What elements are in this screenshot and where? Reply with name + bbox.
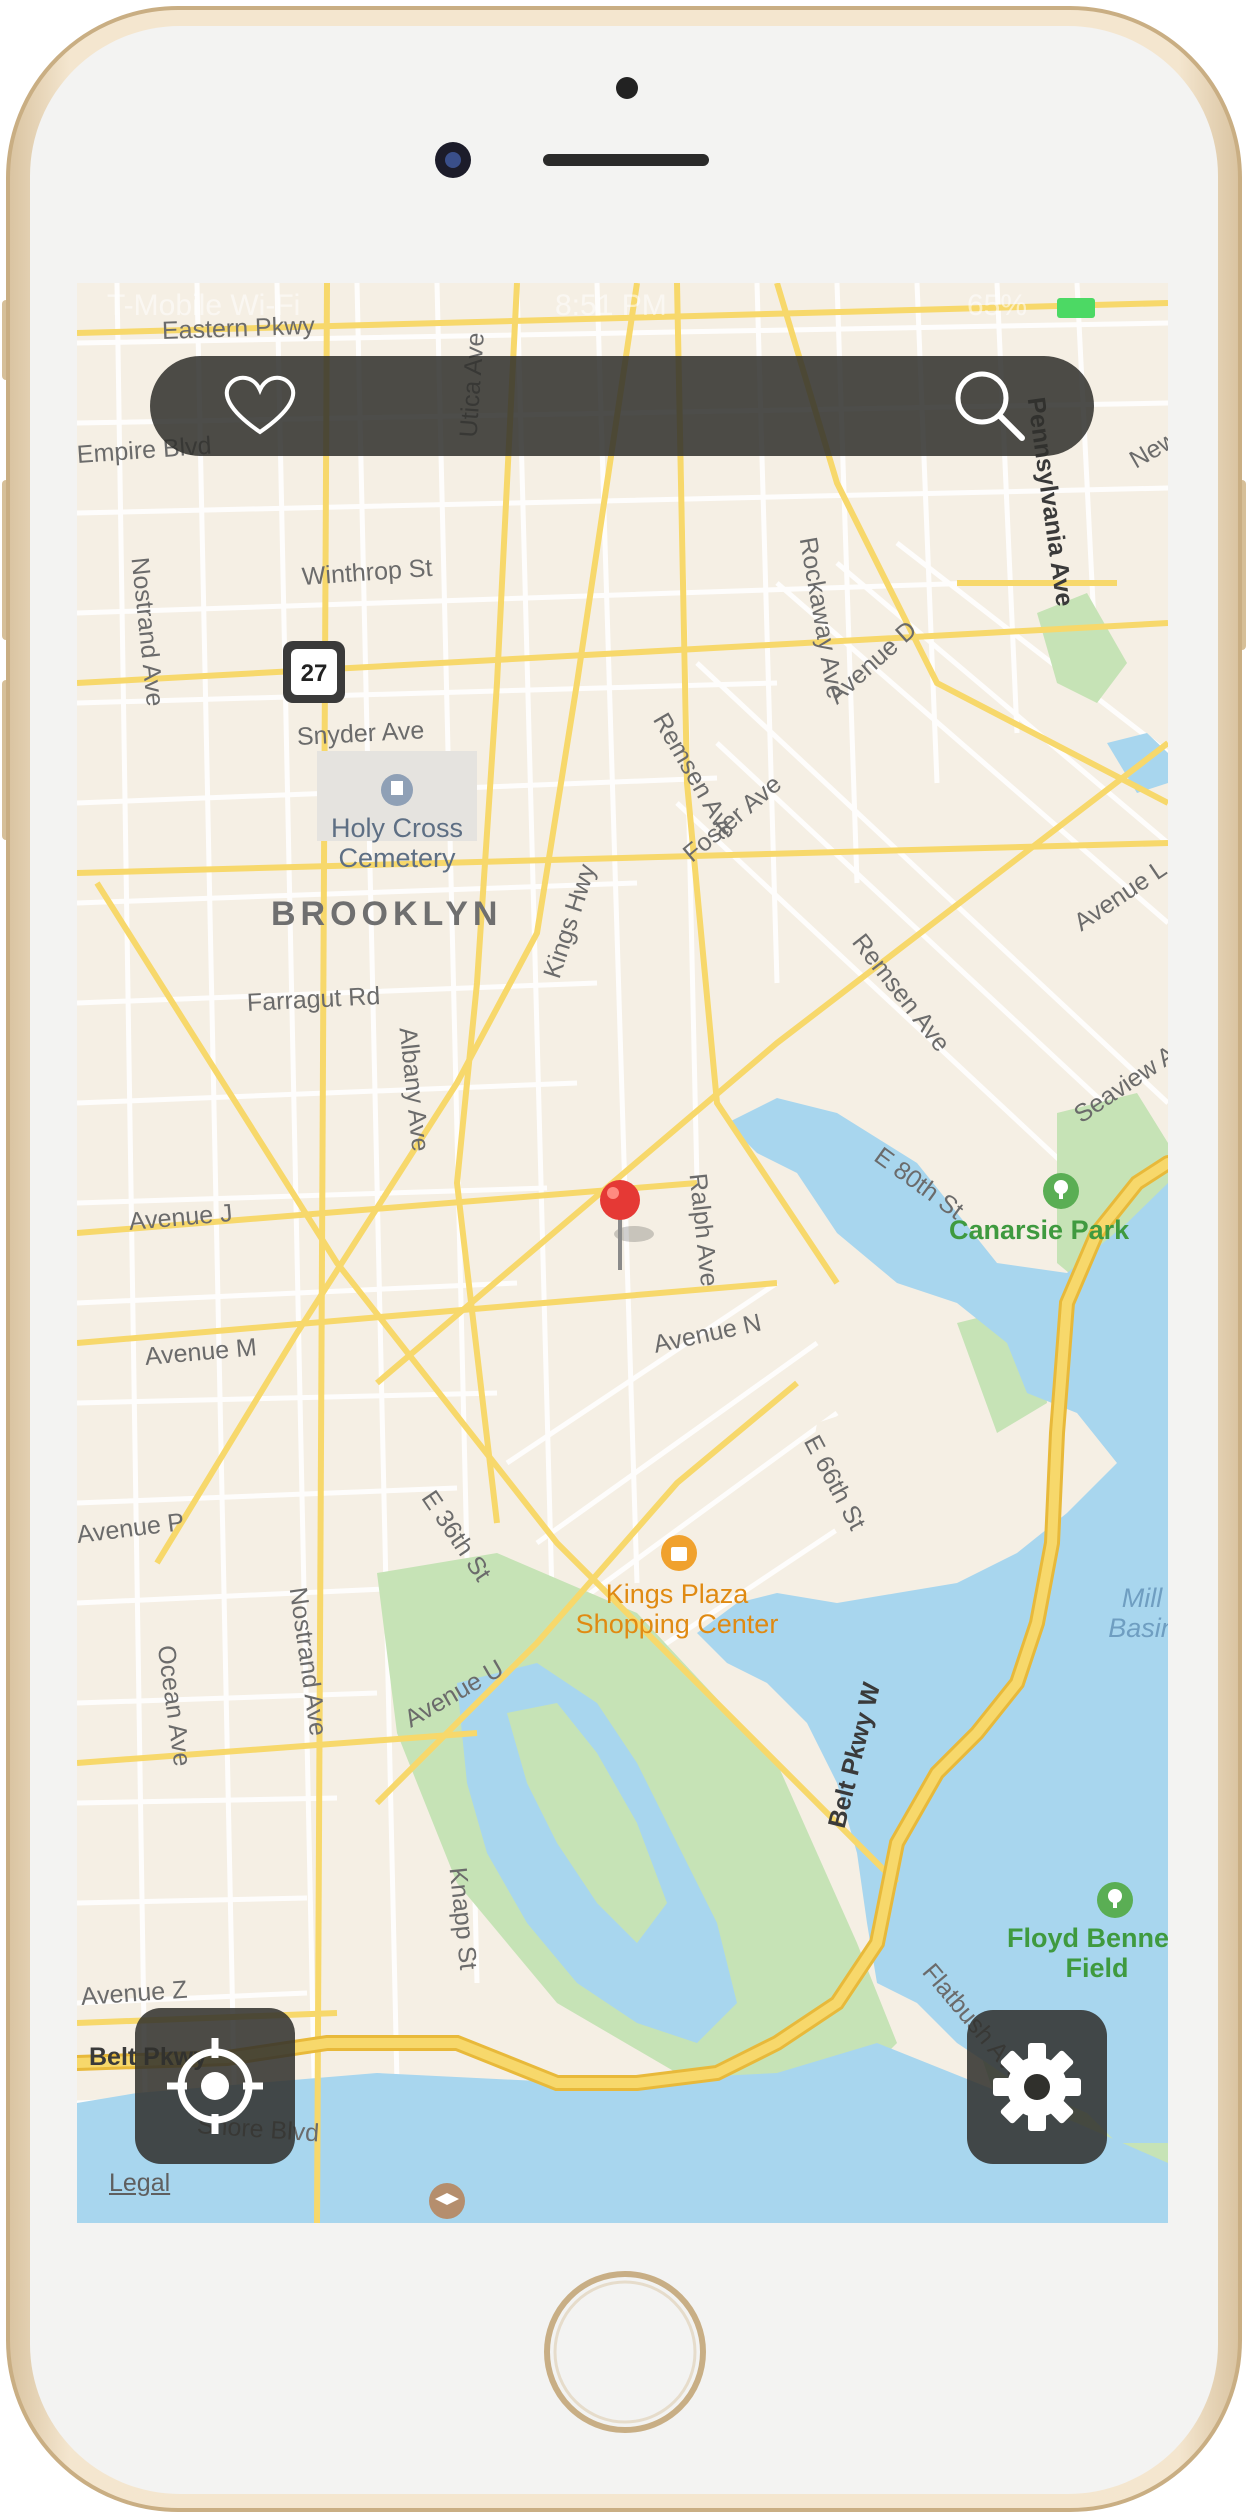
status-carrier: T-Mobile Wi-Fi [107, 289, 301, 322]
settings-button[interactable] [967, 2010, 1107, 2164]
legal-link[interactable]: Legal [109, 2169, 170, 2198]
poi-kings-plaza[interactable]: Kings Plaza Shopping Center [557, 1579, 797, 1639]
search-icon[interactable] [950, 366, 1030, 446]
heart-icon[interactable] [218, 370, 302, 440]
route-27-shield: 27 [283, 641, 345, 703]
shopping-icon [661, 1535, 697, 1571]
home-button[interactable] [544, 2271, 706, 2433]
floyd-bennett-park-icon [1097, 1882, 1133, 1918]
area-label-brooklyn: BROOKLYN [271, 895, 503, 933]
status-battery: 65% [967, 289, 1028, 322]
poi-floyd-bennett-field[interactable]: Floyd Bennett Field [997, 1923, 1168, 1983]
map-pin-icon[interactable] [582, 1178, 662, 1298]
earpiece-speaker [543, 154, 709, 166]
locate-button[interactable] [135, 2008, 295, 2164]
search-bar[interactable] [150, 356, 1094, 456]
map-screen[interactable]: 27 Eastern Pkwy Pennsylvania Ave Empire … [77, 283, 1168, 2223]
status-time: 8:51 PM [555, 289, 667, 322]
locate-icon [167, 2038, 263, 2134]
gear-icon [993, 2043, 1081, 2131]
battery-icon [1057, 298, 1095, 318]
poi-holy-cross-cemetery[interactable]: Holy Cross Cemetery [317, 813, 477, 873]
proximity-sensor [616, 77, 638, 99]
phone-frame: 27 Eastern Pkwy Pennsylvania Ave Empire … [0, 0, 1248, 2518]
canarsie-park-icon [1043, 1173, 1079, 1209]
school-icon [429, 2183, 465, 2219]
svg-text:27: 27 [301, 660, 328, 687]
poi-mill-basin: Mill Basin [1108, 1583, 1168, 1643]
poi-canarsie-park[interactable]: Canarsie Park [949, 1215, 1129, 1245]
